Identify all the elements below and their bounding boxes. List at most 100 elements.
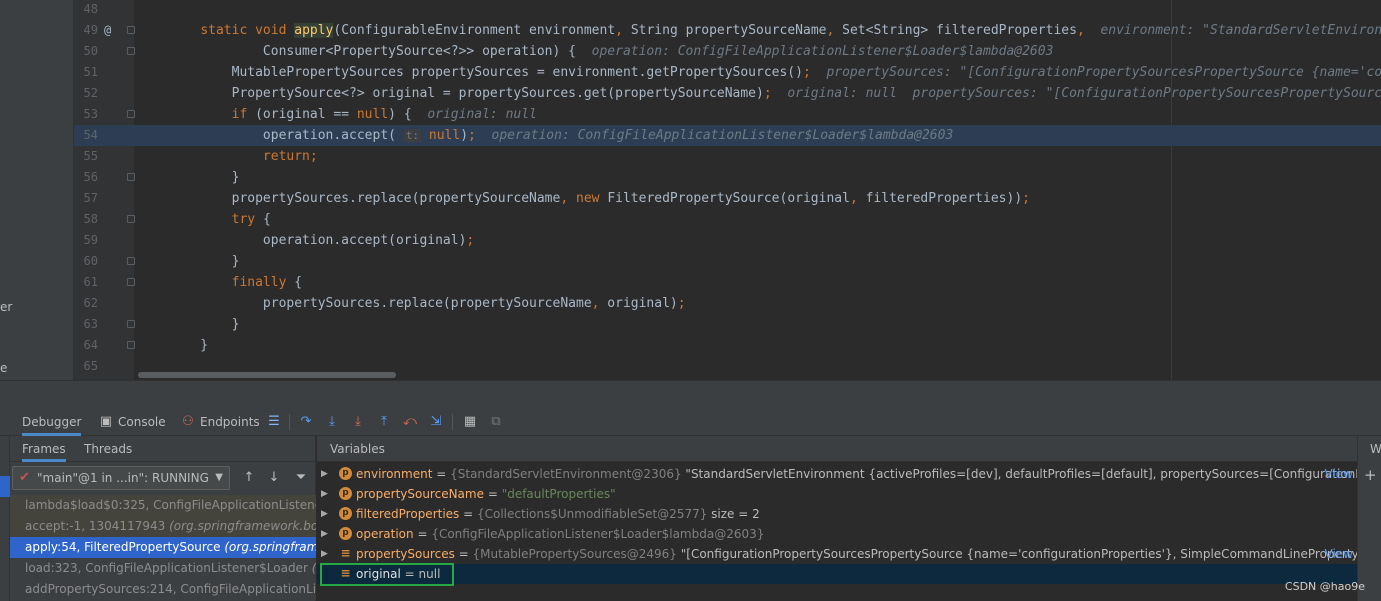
fold-toggle-icon[interactable] — [127, 173, 135, 181]
code-text[interactable]: propertySources.replace(propertySourceNa… — [169, 293, 686, 314]
tab-threads[interactable]: Threads — [84, 436, 132, 462]
expand-arrow-icon[interactable]: ▶ — [321, 544, 328, 564]
expand-arrow-icon[interactable]: ▶ — [321, 524, 328, 544]
line-number[interactable]: 64 — [74, 335, 98, 356]
line-number[interactable]: 49 — [74, 20, 98, 41]
line-number[interactable]: 52 — [74, 83, 98, 104]
line-number[interactable]: 60 — [74, 251, 98, 272]
fold-toggle-icon[interactable] — [127, 110, 135, 118]
code-text[interactable]: return; — [169, 146, 318, 167]
code-text[interactable]: PropertySource<?> original = propertySou… — [169, 83, 1381, 104]
view-link[interactable]: View — [1325, 464, 1353, 484]
line-number[interactable]: 62 — [74, 293, 98, 314]
variable-row[interactable]: ≡ original = null — [317, 564, 1357, 584]
evaluate-expression-icon[interactable]: ▦ — [462, 414, 478, 430]
code-line[interactable]: 56 } — [74, 167, 1381, 188]
code-text[interactable]: if (original == null) { original: null — [169, 104, 537, 125]
code-line[interactable]: 63 } — [74, 314, 1381, 335]
tab-console[interactable]: Console — [118, 408, 166, 436]
line-number[interactable]: 65 — [74, 356, 98, 377]
view-link[interactable]: View — [1325, 544, 1353, 564]
fold-toggle-icon[interactable] — [127, 26, 135, 34]
line-number[interactable]: 53 — [74, 104, 98, 125]
override-marker-icon[interactable]: @ — [104, 20, 111, 41]
line-number[interactable]: 59 — [74, 230, 98, 251]
arrow-up-icon[interactable]: ↑ — [240, 469, 258, 487]
editor-horizontal-scrollbar[interactable] — [138, 372, 396, 378]
fold-toggle-icon[interactable] — [127, 320, 135, 328]
step-out-icon[interactable]: ⤒ — [376, 414, 392, 430]
line-number[interactable]: 55 — [74, 146, 98, 167]
thread-selector[interactable]: ✔ "main"@1 in ...in": RUNNING ▼ — [12, 466, 230, 490]
tab-frames[interactable]: Frames — [22, 436, 66, 462]
code-line[interactable]: 64 } — [74, 335, 1381, 356]
line-number[interactable]: 57 — [74, 188, 98, 209]
code-text[interactable]: } — [169, 167, 240, 188]
fold-toggle-icon[interactable] — [127, 257, 135, 265]
line-number[interactable]: 54 — [74, 125, 98, 146]
stack-frame-row[interactable]: load:323, ConfigFileApplicationListener$… — [10, 558, 316, 579]
restore-layout-icon[interactable]: ☰ — [266, 414, 282, 430]
tab-endpoints[interactable]: Endpoints — [200, 408, 260, 436]
trace-stream-icon[interactable]: ⧉ — [488, 414, 504, 430]
arrow-down-icon[interactable]: ↓ — [265, 469, 283, 487]
line-number[interactable]: 56 — [74, 167, 98, 188]
force-step-into-icon[interactable]: ⤓ — [350, 414, 366, 430]
code-line[interactable]: 57 propertySources.replace(propertySourc… — [74, 188, 1381, 209]
fold-toggle-icon[interactable] — [127, 47, 135, 55]
code-line[interactable]: 58 try { — [74, 209, 1381, 230]
code-text[interactable]: static void apply(ConfigurableEnvironmen… — [169, 20, 1381, 41]
expand-arrow-icon[interactable]: ▶ — [321, 504, 328, 524]
code-line[interactable]: 55 return; — [74, 146, 1381, 167]
code-line[interactable]: 59 operation.accept(original); — [74, 230, 1381, 251]
code-editor[interactable]: 48 49 @ static void apply(ConfigurableEnvi… — [74, 0, 1381, 380]
code-line[interactable]: 54 operation.accept( t: null); operation… — [74, 125, 1381, 146]
expand-arrow-icon[interactable]: ▶ — [321, 484, 328, 504]
code-line[interactable]: 51 MutablePropertySources propertySource… — [74, 62, 1381, 83]
line-number[interactable]: 50 — [74, 41, 98, 62]
variable-row[interactable]: ▶ p filteredProperties = {Collections$Unmo… — [317, 504, 1357, 524]
stack-frame-row[interactable]: apply:54, FilteredPropertySource (org.sp… — [10, 537, 316, 558]
step-over-icon[interactable]: ↷ — [298, 414, 314, 430]
line-number[interactable]: 63 — [74, 314, 98, 335]
code-text[interactable]: operation.accept(original); — [169, 230, 474, 251]
stack-frame-row[interactable]: lambda$load$0:325, ConfigFileApplication… — [10, 495, 316, 516]
variable-row[interactable]: ▶ p operation = {ConfigFileApplicationList… — [317, 524, 1357, 544]
project-item-fragment[interactable]: er — [0, 300, 12, 314]
add-watch-icon[interactable]: + — [1364, 466, 1377, 484]
drop-frame-icon[interactable]: ⤺ — [402, 414, 418, 430]
stack-frame-row[interactable]: addPropertySources:214, ConfigFileApplic… — [10, 579, 316, 600]
code-line[interactable]: 60 } — [74, 251, 1381, 272]
code-line[interactable]: 61 finally { — [74, 272, 1381, 293]
code-text[interactable]: } — [169, 314, 240, 335]
code-text[interactable]: try { — [169, 209, 271, 230]
step-into-icon[interactable]: ⤓ — [324, 414, 340, 430]
variable-row[interactable]: ▶ p environment = {StandardServletEnvironm… — [317, 464, 1357, 484]
project-item-fragment[interactable]: e — [0, 361, 7, 375]
expand-arrow-icon[interactable]: ▶ — [321, 464, 328, 484]
run-to-cursor-icon[interactable]: ⇲ — [428, 414, 444, 430]
code-text[interactable]: propertySources.replace(propertySourceNa… — [169, 188, 1030, 209]
line-number[interactable]: 61 — [74, 272, 98, 293]
stack-frame-row[interactable]: accept:-1, 1304117943 (org.springframewo… — [10, 516, 316, 537]
filter-icon[interactable]: ⏷ — [292, 469, 310, 487]
line-number[interactable]: 48 — [74, 0, 98, 20]
code-text[interactable]: finally { — [169, 272, 302, 293]
variable-row[interactable]: ▶ ≡ propertySources = {MutablePropertySour… — [317, 544, 1357, 564]
line-number[interactable]: 51 — [74, 62, 98, 83]
code-text[interactable]: MutablePropertySources propertySources =… — [169, 62, 1381, 83]
fold-toggle-icon[interactable] — [127, 215, 135, 223]
code-line[interactable]: 50 Consumer<PropertySource<?>> operation… — [74, 41, 1381, 62]
tab-debugger[interactable]: Debugger — [22, 408, 82, 436]
fold-toggle-icon[interactable] — [127, 278, 135, 286]
fold-toggle-icon[interactable] — [127, 341, 135, 349]
code-line[interactable]: 52 PropertySource<?> original = property… — [74, 83, 1381, 104]
line-number[interactable]: 58 — [74, 209, 98, 230]
code-text[interactable]: Consumer<PropertySource<?>> operation) {… — [169, 41, 1054, 62]
code-text[interactable]: } — [169, 251, 240, 272]
code-line[interactable]: 48 — [74, 0, 1381, 20]
code-text[interactable]: operation.accept( t: null); operation: C… — [169, 125, 953, 146]
variable-row[interactable]: ▶ p propertySourceName = "defaultPropertie… — [317, 484, 1357, 504]
code-line[interactable]: 49 @ static void apply(ConfigurableEnviro… — [74, 20, 1381, 41]
code-line[interactable]: 62 propertySources.replace(propertySourc… — [74, 293, 1381, 314]
